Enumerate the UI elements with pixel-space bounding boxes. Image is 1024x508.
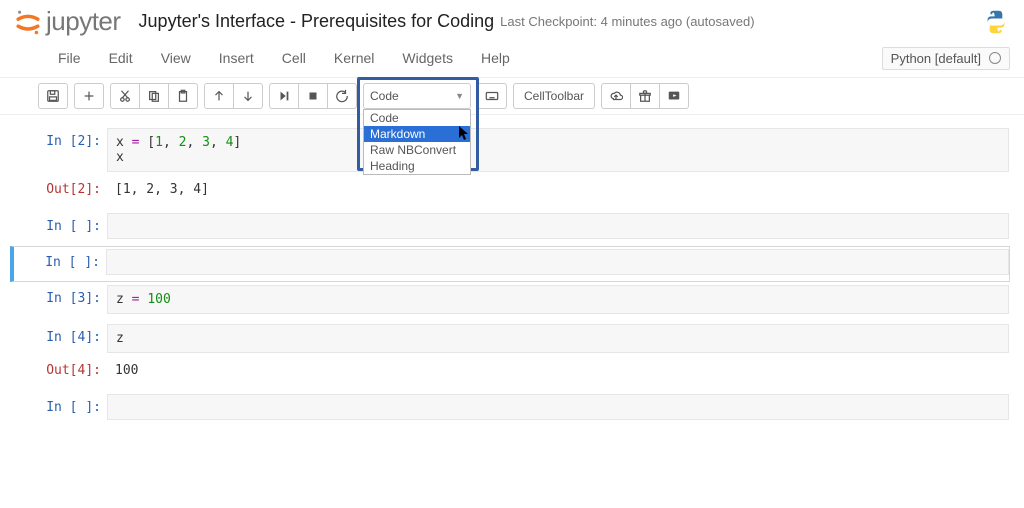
menu-insert[interactable]: Insert (205, 45, 268, 71)
celltype-option-code[interactable]: Code (364, 110, 470, 126)
code-cell[interactable]: In [ ]: (14, 391, 1010, 427)
run-button[interactable] (269, 83, 299, 109)
cut-button[interactable] (110, 83, 140, 109)
code-cell[interactable]: In [4]: z Out[4]: 100 (14, 321, 1010, 391)
input-prompt: In [ ]: (15, 394, 107, 415)
presentation-icon (667, 89, 681, 103)
code-input[interactable] (106, 249, 1009, 275)
chevron-down-icon: ▼ (455, 91, 464, 101)
stop-icon (306, 89, 320, 103)
presentation-button[interactable] (659, 83, 689, 109)
menubar: File Edit View Insert Cell Kernel Widget… (0, 39, 1024, 78)
output-prompt: Out[4]: (15, 357, 107, 378)
input-prompt: In [4]: (15, 324, 107, 345)
menu-view[interactable]: View (147, 45, 205, 71)
cell-output: 100 (107, 357, 1009, 384)
command-palette-button[interactable] (477, 83, 507, 109)
copy-icon (147, 89, 161, 103)
arrow-up-icon (212, 89, 226, 103)
celltype-option-markdown[interactable]: Markdown (364, 126, 470, 142)
notebook-title[interactable]: Jupyter's Interface - Prerequisites for … (139, 11, 495, 32)
move-down-button[interactable] (233, 83, 263, 109)
celltoolbar-label: CellToolbar (524, 89, 584, 103)
move-up-button[interactable] (204, 83, 234, 109)
save-icon (46, 89, 60, 103)
scissors-icon (118, 89, 132, 103)
cloud-upload-icon (609, 89, 623, 103)
gift-icon (638, 89, 652, 103)
menu-edit[interactable]: Edit (95, 45, 147, 71)
logo-text: jupyter (46, 6, 121, 37)
celltype-option-heading[interactable]: Heading (364, 158, 470, 174)
menu-widgets[interactable]: Widgets (388, 45, 467, 71)
copy-button[interactable] (139, 83, 169, 109)
menu-help[interactable]: Help (467, 45, 524, 71)
code-input[interactable] (107, 394, 1009, 420)
menu-file[interactable]: File (44, 45, 95, 71)
cell-output: [1, 2, 3, 4] (107, 176, 1009, 203)
refresh-icon (335, 89, 349, 103)
notebook-area: In [2]: x = [1, 2, 3, 4] x Out[2]: [1, 2… (0, 117, 1024, 447)
restart-button[interactable] (327, 83, 357, 109)
code-cell[interactable]: In [ ]: (14, 210, 1010, 246)
celltype-option-raw[interactable]: Raw NBConvert (364, 142, 470, 158)
menu-cell[interactable]: Cell (268, 45, 320, 71)
input-prompt: In [2]: (15, 128, 107, 149)
header: jupyter Jupyter's Interface - Prerequisi… (0, 0, 1024, 39)
code-input[interactable]: x = [1, 2, 3, 4] x (107, 128, 1009, 172)
code-cell[interactable]: In [3]: z = 100 (14, 282, 1010, 321)
code-input[interactable]: z = 100 (107, 285, 1009, 314)
checkpoint-text: Last Checkpoint: 4 minutes ago (autosave… (500, 14, 754, 29)
paste-icon (176, 89, 190, 103)
cloud-up-button[interactable] (601, 83, 631, 109)
step-forward-icon (277, 89, 291, 103)
celltype-dropdown: Code Markdown Raw NBConvert Heading (363, 109, 471, 175)
kernel-idle-icon (989, 52, 1001, 64)
code-input[interactable] (107, 213, 1009, 239)
plus-icon (82, 89, 96, 103)
save-button[interactable] (38, 83, 68, 109)
input-prompt: In [3]: (15, 285, 107, 306)
celltoolbar-button[interactable]: CellToolbar (513, 83, 595, 109)
arrow-down-icon (241, 89, 255, 103)
celltype-select-face[interactable]: Code ▼ (363, 83, 471, 109)
input-prompt: In [ ]: (15, 213, 107, 234)
code-cell-selected[interactable]: In [ ]: (10, 246, 1010, 282)
output-prompt: Out[2]: (15, 176, 107, 197)
paste-button[interactable] (168, 83, 198, 109)
menu-kernel[interactable]: Kernel (320, 45, 388, 71)
interrupt-button[interactable] (298, 83, 328, 109)
insert-cell-button[interactable] (74, 83, 104, 109)
kernel-indicator[interactable]: Python [default] (882, 47, 1010, 70)
gift-button[interactable] (630, 83, 660, 109)
logo[interactable]: jupyter (14, 6, 121, 37)
jupyter-logo-icon (14, 8, 42, 36)
code-input[interactable]: z (107, 324, 1009, 353)
python-logo-icon (982, 8, 1010, 36)
toolbar: Code ▼ Code Markdown Raw NBConvert Headi… (0, 78, 1024, 115)
input-prompt: In [ ]: (14, 249, 106, 270)
celltype-selected-value: Code (370, 89, 399, 103)
keyboard-icon (485, 89, 499, 103)
celltype-select[interactable]: Code ▼ Code Markdown Raw NBConvert Headi… (363, 83, 471, 109)
kernel-name: Python [default] (891, 51, 981, 66)
code-cell[interactable]: In [2]: x = [1, 2, 3, 4] x Out[2]: [1, 2… (14, 125, 1010, 210)
